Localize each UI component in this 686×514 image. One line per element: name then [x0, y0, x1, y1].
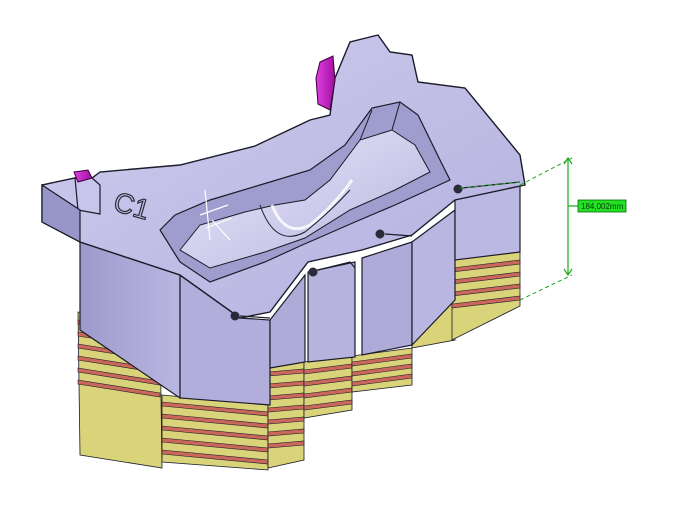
part-body[interactable] [41, 34, 526, 406]
prong-2 [307, 261, 356, 363]
prong-3 [361, 241, 413, 356]
dimension-value: 184,002mm [581, 202, 624, 211]
cad-3d-viewport[interactable]: C1 184,002mm [0, 0, 686, 514]
model-canvas: C1 184,002mm [41, 34, 627, 471]
